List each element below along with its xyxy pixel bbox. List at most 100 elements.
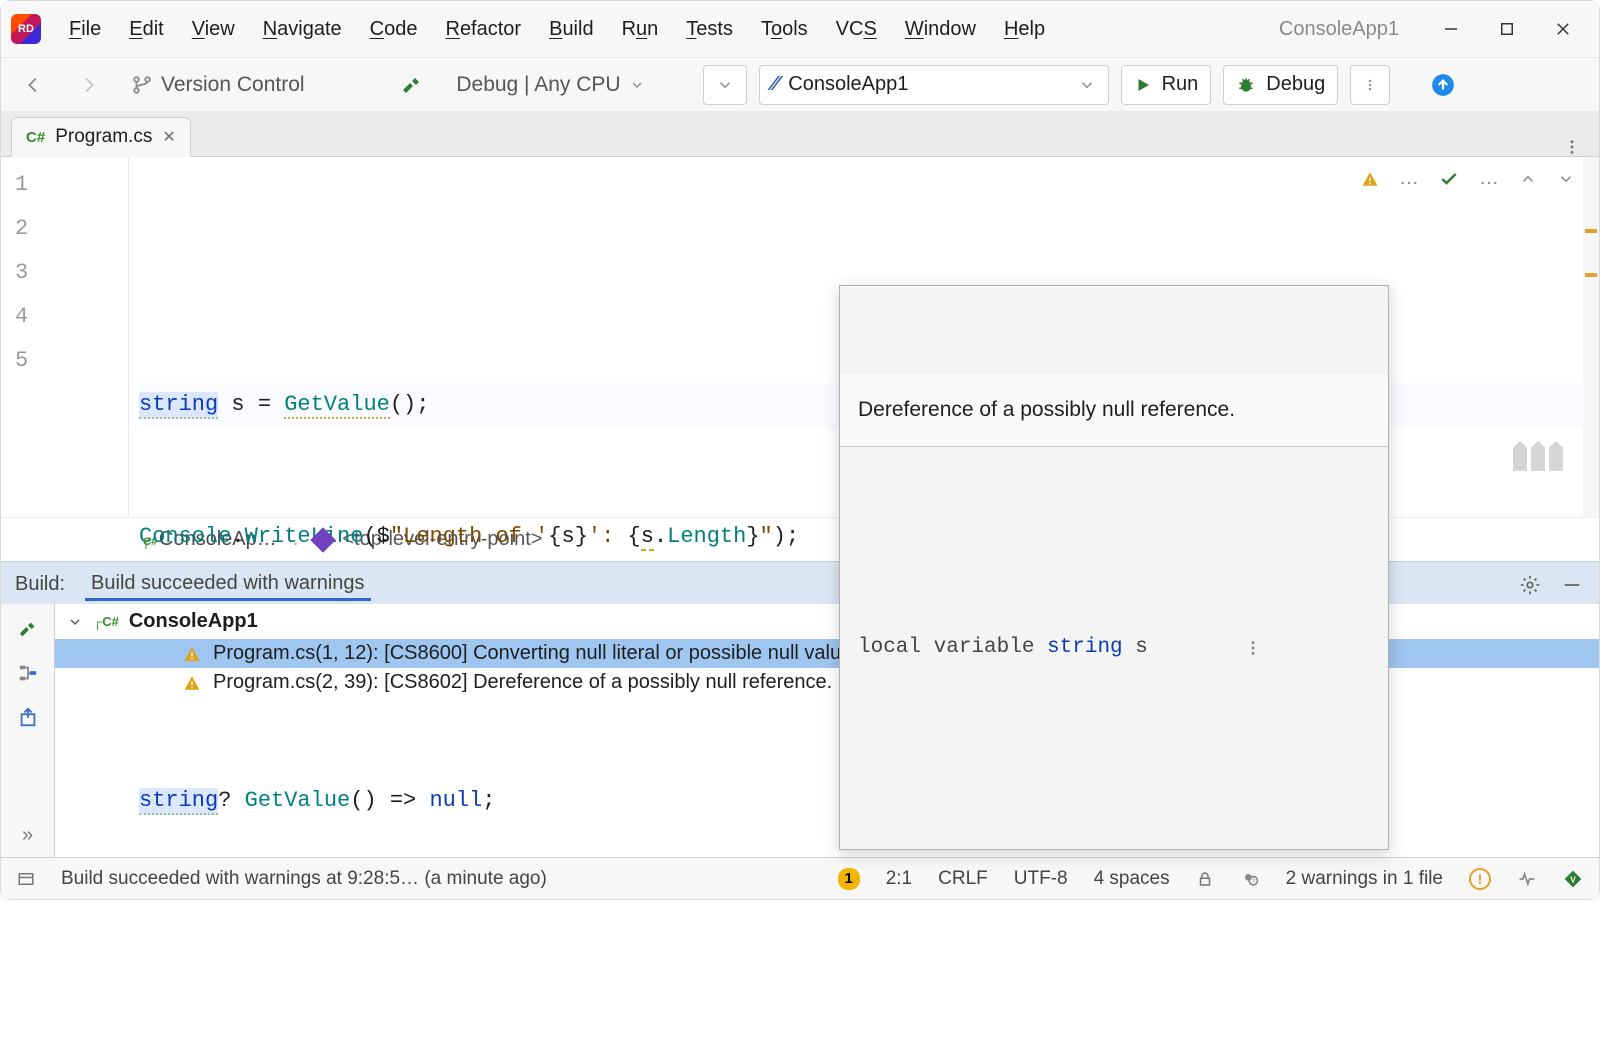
build-hammer-button[interactable] <box>390 65 434 105</box>
code-token: GetValue <box>245 788 351 813</box>
code-token: ($ <box>363 524 389 549</box>
code-token: {s} <box>548 524 588 549</box>
code-token: s = <box>218 392 284 417</box>
menu-window[interactable]: Window <box>893 14 988 45</box>
menu-file[interactable]: File <box>57 14 113 45</box>
app-logo-icon <box>11 14 41 44</box>
code-token: (); <box>390 392 430 417</box>
menu-build[interactable]: Build <box>537 14 605 45</box>
code-token: GetValue <box>284 392 390 419</box>
tooltip-var: s <box>1123 626 1148 670</box>
export-icon <box>17 706 39 728</box>
code-token: string <box>139 392 218 419</box>
tooltip-type: string <box>1047 626 1123 670</box>
window-minimize-button[interactable] <box>1425 1 1477 57</box>
config-label: Debug | Any CPU <box>456 73 620 97</box>
next-highlight-button[interactable] <box>1557 170 1575 188</box>
window-title: ConsoleApp1 <box>1279 18 1399 41</box>
editor-tabs: C# Program.cs ✕ <box>1 111 1599 157</box>
prev-highlight-button[interactable] <box>1519 170 1537 188</box>
menu-refactor[interactable]: Refactor <box>433 14 533 45</box>
menu-code[interactable]: Code <box>358 14 430 45</box>
run-target-selector[interactable]: ⁄⁄ ConsoleApp1 <box>759 65 1109 105</box>
tooltip-prefix: local variable <box>858 626 1047 670</box>
code-token: ; <box>482 788 495 813</box>
code-editor[interactable]: 1 2 3 4 5 string s = GetValue(); Console… <box>1 157 1599 517</box>
error-stripe[interactable] <box>1583 157 1599 517</box>
code-token: string <box>139 788 218 815</box>
menu-navigate[interactable]: Navigate <box>251 14 354 45</box>
code-token: s <box>641 524 654 551</box>
line-number: 4 <box>1 295 128 339</box>
code-token: "Length of ' <box>390 524 548 549</box>
code-token: { <box>628 524 641 549</box>
csharp-icon: C# <box>26 129 45 146</box>
run-target-dropdown-button[interactable] <box>703 65 747 105</box>
more-vertical-icon <box>1363 76 1377 94</box>
tab-label: Program.cs <box>55 126 152 148</box>
status-window-icon[interactable] <box>17 870 35 888</box>
menu-help[interactable]: Help <box>992 14 1057 45</box>
build-hammer-button[interactable] <box>17 618 39 640</box>
menu-vcs[interactable]: VCS <box>824 14 889 45</box>
hammer-icon <box>17 618 39 640</box>
pencils-icon[interactable] <box>1513 441 1563 471</box>
menu-edit[interactable]: Edit <box>117 14 175 45</box>
chevron-down-icon <box>716 76 734 94</box>
branch-icon <box>131 74 153 96</box>
window-maximize-button[interactable] <box>1481 1 1533 57</box>
menu-view[interactable]: View <box>180 14 247 45</box>
code-token: () => <box>350 788 429 813</box>
config-selector[interactable]: Debug | Any CPU <box>446 65 654 105</box>
code-token: " <box>760 524 773 549</box>
menu-tests[interactable]: Tests <box>674 14 745 45</box>
main-toolbar: Version Control Debug | Any CPU ⁄⁄ Conso… <box>1 57 1599 111</box>
menu-bar: File Edit View Navigate Code Refactor Bu… <box>1 1 1599 57</box>
chevron-down-icon <box>1078 76 1096 94</box>
code-area[interactable]: string s = GetValue(); Console.WriteLine… <box>129 157 1599 517</box>
play-icon <box>1134 76 1152 94</box>
version-control-button[interactable]: Version Control <box>121 65 315 105</box>
tooltip-title: Dereference of a possibly null reference… <box>840 374 1388 447</box>
chevron-down-icon <box>629 77 645 93</box>
warnings-indicator[interactable] <box>1361 170 1379 188</box>
tab-program-cs[interactable]: C# Program.cs ✕ <box>11 117 191 157</box>
code-with-me-button[interactable] <box>1420 65 1466 105</box>
tooltip-more-button[interactable] <box>1244 551 1370 745</box>
sync-up-icon <box>1430 72 1456 98</box>
dotnet-icon: ⁄⁄ <box>772 73 779 96</box>
menu-tools[interactable]: Tools <box>749 14 820 45</box>
code-token: Length <box>667 524 746 549</box>
tab-more-button[interactable] <box>1545 138 1599 156</box>
editor-inspection-widgets: … … <box>1361 167 1575 190</box>
debug-label: Debug <box>1266 73 1325 96</box>
code-token: ); <box>773 524 799 549</box>
code-token: null <box>429 788 482 813</box>
hammer-icon <box>400 73 424 97</box>
line-number: 5 <box>1 339 128 383</box>
chevron-down-icon <box>67 614 83 630</box>
inspection-tooltip: Dereference of a possibly null reference… <box>839 285 1389 850</box>
more-vertical-icon <box>1244 639 1262 657</box>
build-header-label: Build: <box>15 573 65 596</box>
code-token: . <box>654 524 667 549</box>
build-export-button[interactable] <box>17 706 39 728</box>
bug-icon <box>1236 75 1256 95</box>
build-tree-button[interactable] <box>17 662 39 684</box>
line-number: 3 <box>1 251 128 295</box>
nav-forward-button[interactable] <box>67 65 109 105</box>
more-vertical-icon <box>1563 138 1581 156</box>
menu-run[interactable]: Run <box>610 14 671 45</box>
line-number: 1 <box>1 163 128 207</box>
tab-close-button[interactable]: ✕ <box>162 127 175 147</box>
run-label: Run <box>1162 73 1199 96</box>
window-close-button[interactable] <box>1537 1 1589 57</box>
widget-dots: … <box>1399 167 1419 190</box>
run-button[interactable]: Run <box>1121 65 1212 105</box>
build-more-label[interactable]: » <box>22 824 33 847</box>
code-token: } <box>746 524 759 549</box>
debug-button[interactable]: Debug <box>1223 65 1338 105</box>
ok-indicator[interactable] <box>1439 169 1459 189</box>
nav-back-button[interactable] <box>13 65 55 105</box>
more-actions-button[interactable] <box>1350 65 1390 105</box>
